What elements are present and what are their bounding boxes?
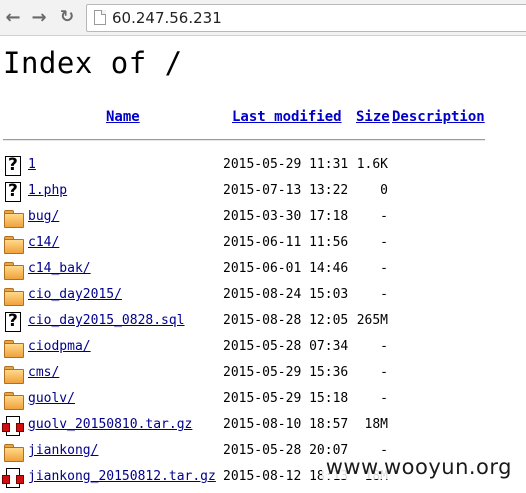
browser-toolbar: ← → ↻ 60.247.56.231 (0, 0, 526, 36)
size-cell: - (380, 365, 388, 380)
table-row: guolv_20150810.tar.gz 2015-08-10 18:57 18M (0, 413, 526, 439)
last-modified-cell: 2015-08-28 12:05 (223, 313, 349, 328)
file-link[interactable]: jiankong_20150812.tar.gz (28, 469, 216, 484)
address-bar[interactable]: 60.247.56.231 (86, 4, 526, 32)
last-modified-cell: 2015-06-01 14:46 (223, 261, 349, 276)
folder-icon (4, 234, 24, 254)
size-cell: - (380, 235, 388, 250)
folder-icon (4, 390, 24, 410)
size-cell: 265M (356, 313, 388, 328)
last-modified-cell: 2015-07-13 13:22 (223, 183, 349, 198)
column-header-name[interactable]: Name (106, 109, 140, 125)
page-title: Index of / (3, 46, 183, 80)
table-row: ciodpma/2015-05-28 07:34 - (0, 335, 526, 361)
last-modified-cell: 2015-06-11 11:56 (223, 235, 349, 250)
watermark: www.wooyun.org (321, 455, 516, 479)
file-link[interactable]: bug/ (28, 209, 59, 224)
file-link[interactable]: cio_day2015/ (28, 287, 122, 302)
folder-icon (4, 442, 24, 462)
table-row: cio_day2015_0828.sql 2015-08-28 12:05 265M (0, 309, 526, 335)
size-cell: - (380, 261, 388, 276)
file-link[interactable]: 1 (28, 157, 36, 172)
table-row: c14/2015-06-11 11:56 - (0, 231, 526, 257)
folder-icon (4, 364, 24, 384)
unknown-file-icon (5, 181, 21, 202)
header-divider (3, 139, 485, 141)
compressed-file-icon (2, 416, 24, 436)
page-icon (94, 10, 106, 25)
table-row: 1.php 2015-07-13 13:22 0 (0, 179, 526, 205)
file-link[interactable]: ciodpma/ (28, 339, 91, 354)
folder-icon (4, 286, 24, 306)
reload-icon[interactable]: ↻ (56, 6, 78, 28)
url-text[interactable]: 60.247.56.231 (112, 9, 222, 27)
back-arrow-icon[interactable]: ← (2, 6, 24, 28)
file-link[interactable]: guolv/ (28, 391, 75, 406)
file-link[interactable]: cms/ (28, 365, 59, 380)
unknown-file-icon (5, 155, 21, 176)
folder-icon (4, 208, 24, 228)
file-link[interactable]: c14/ (28, 235, 59, 250)
file-link[interactable]: jiankong/ (28, 443, 98, 458)
column-header-description[interactable]: Description (392, 109, 485, 125)
file-link[interactable]: c14_bak/ (28, 261, 91, 276)
table-row: c14_bak/2015-06-01 14:46 - (0, 257, 526, 283)
size-cell: - (380, 287, 388, 302)
compressed-file-icon (2, 468, 24, 488)
last-modified-cell: 2015-08-24 15:03 (223, 287, 349, 302)
size-cell: - (380, 339, 388, 354)
last-modified-cell: 2015-05-28 07:34 (223, 339, 349, 354)
file-link[interactable]: guolv_20150810.tar.gz (28, 417, 192, 432)
last-modified-cell: 2015-05-29 15:18 (223, 391, 349, 406)
file-link[interactable]: cio_day2015_0828.sql (28, 313, 185, 328)
column-header-size[interactable]: Size (356, 109, 390, 125)
forward-arrow-icon[interactable]: → (28, 6, 50, 28)
folder-icon (4, 260, 24, 280)
table-row: guolv/2015-05-29 15:18 - (0, 387, 526, 413)
file-link[interactable]: 1.php (28, 183, 67, 198)
table-row: 1 2015-05-29 11:31 1.6K (0, 153, 526, 179)
size-cell: 0 (380, 183, 388, 198)
folder-icon (4, 338, 24, 358)
last-modified-cell: 2015-03-30 17:18 (223, 209, 349, 224)
last-modified-cell: 2015-05-29 15:36 (223, 365, 349, 380)
table-row: cms/2015-05-29 15:36 - (0, 361, 526, 387)
last-modified-cell: 2015-08-10 18:57 (223, 417, 349, 432)
table-row: cio_day2015/2015-08-24 15:03 - (0, 283, 526, 309)
size-cell: 18M (364, 417, 388, 432)
unknown-file-icon (5, 311, 21, 332)
size-cell: 1.6K (356, 157, 388, 172)
table-row: bug/2015-03-30 17:18 - (0, 205, 526, 231)
column-header-last-modified[interactable]: Last modified (232, 109, 342, 125)
size-cell: - (380, 391, 388, 406)
size-cell: - (380, 209, 388, 224)
last-modified-cell: 2015-05-29 11:31 (223, 157, 349, 172)
